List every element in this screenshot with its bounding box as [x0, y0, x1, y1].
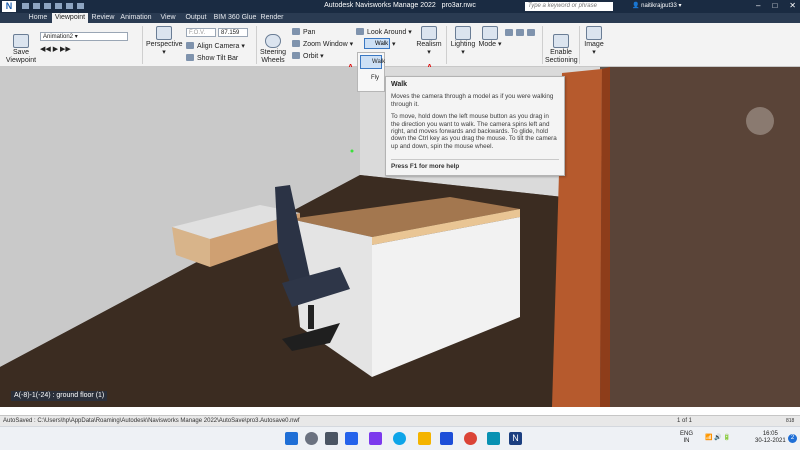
taskbar: N ENG IN 📶 🔊 🔋 16:05 30-12-2021 2 [0, 426, 800, 450]
look-around-button[interactable]: Look Around ▾ [356, 28, 412, 36]
photos-icon[interactable] [487, 432, 500, 445]
tab-viewpoint[interactable]: Viewpoint [52, 13, 88, 23]
section-icon [553, 34, 569, 48]
walk-dropdown[interactable]: ▾ [392, 40, 396, 48]
file-explorer-icon[interactable] [418, 432, 431, 445]
page-indicator: 1 of 1 [677, 418, 693, 424]
edge-icon[interactable] [393, 432, 406, 445]
orbit-button[interactable]: Orbit ▾ [292, 52, 324, 60]
memory-indicator: 818 [786, 418, 795, 424]
steering-wheels-button[interactable]: Steering Wheels [259, 26, 287, 65]
status-bar: AutoSaved : C:\Users\hp\AppData\Roaming\… [0, 415, 800, 426]
person-icon [421, 26, 437, 40]
mode-button[interactable]: Mode ▾ [478, 26, 502, 49]
chrome-icon[interactable] [464, 432, 477, 445]
menu-item-fly[interactable]: Fly [360, 75, 379, 81]
location-label: A(-8)-1(-24) : ground floor (1) [11, 391, 108, 401]
enable-sectioning-button[interactable]: Enable Sectioning [545, 26, 578, 65]
show-tilt-bar-button[interactable]: Show Tilt Bar [186, 54, 238, 62]
walk-fly-menu: Walk Fly [357, 52, 385, 92]
tab-render[interactable]: Render [259, 13, 285, 23]
language-indicator[interactable]: ENG IN [680, 431, 693, 445]
realism-button[interactable]: Realism ▾ [414, 26, 444, 57]
pan-button[interactable]: Pan [292, 28, 315, 36]
tab-view[interactable]: View [157, 13, 179, 23]
cube-icon [482, 26, 498, 40]
autosave-path: AutoSaved : C:\Users\hp\AppData\Roaming\… [3, 418, 300, 424]
widgets-icon[interactable] [345, 432, 358, 445]
perspective-icon [156, 26, 172, 40]
fov-input[interactable]: 87.159 [218, 28, 248, 37]
window-controls: – □ ✕ [744, 1, 796, 10]
store-icon[interactable] [440, 432, 453, 445]
notification-badge[interactable]: 2 [788, 434, 797, 443]
align-icon [186, 42, 194, 49]
image-button[interactable]: Image ▾ [582, 26, 606, 57]
orbit-icon [292, 52, 300, 59]
tooltip-title: Walk [391, 81, 408, 88]
walk-button[interactable]: Walk [364, 38, 390, 49]
search-input[interactable]: Type a keyword or phrase [525, 2, 613, 11]
animation-controls[interactable]: ◀◀ ▶ ▶▶ [40, 45, 71, 53]
user-account[interactable]: 👤 naitikrajput33 ▾ [632, 2, 682, 9]
save-viewpoint-button[interactable]: Save Viewpoint [4, 26, 38, 65]
minimize-button[interactable]: – [756, 1, 760, 10]
tab-output[interactable]: Output [182, 13, 210, 23]
system-tray-icons[interactable]: 📶 🔊 🔋 [705, 435, 731, 442]
eye-icon [356, 28, 364, 35]
fov-label: F.O.V. [186, 28, 216, 37]
tooltip-line1: Moves the camera through a model as if y… [391, 93, 554, 108]
chair-stem [308, 305, 314, 329]
ribbon-panel: Save Viewpoint Animation2 ▾ ◀◀ ▶ ▶▶ Pers… [0, 23, 800, 71]
zoom-window-button[interactable]: Zoom Window ▾ [292, 40, 353, 48]
ribbon-tabs: Home Viewpoint Review Animation View Out… [0, 13, 800, 23]
tooltip-line2: To move, hold down the left mouse button… [391, 113, 557, 150]
maximize-button[interactable]: □ [772, 1, 777, 10]
tab-bim360[interactable]: BIM 360 Glue [213, 13, 257, 23]
hand-icon [292, 28, 300, 35]
tab-animation[interactable]: Animation [118, 13, 154, 23]
flashlight-icon [455, 26, 471, 40]
focus-point [350, 149, 354, 153]
lighting-button[interactable]: Lighting ▾ [449, 26, 477, 57]
title-bar: N Autodesk Navisworks Manage 2022 pro3ar… [0, 0, 800, 13]
close-button[interactable]: ✕ [789, 1, 796, 10]
teams-icon[interactable] [369, 432, 382, 445]
perspective-button[interactable]: Perspective ▾ [146, 26, 183, 57]
navisworks-taskbar-icon[interactable]: N [509, 432, 522, 445]
tilt-icon [186, 54, 194, 61]
render-style-icons[interactable] [505, 29, 538, 37]
menu-item-walk[interactable]: Walk [360, 55, 385, 69]
search-icon[interactable] [305, 432, 318, 445]
animation-select[interactable]: Animation2 ▾ [40, 32, 128, 41]
tab-review[interactable]: Review [90, 13, 116, 23]
windows-start-icon[interactable] [285, 432, 298, 445]
clock[interactable]: 16:05 30-12-2021 [755, 431, 786, 445]
tooltip-help: Press F1 for more help [391, 158, 559, 170]
camera-icon [13, 34, 29, 48]
align-camera-button[interactable]: Align Camera ▾ [186, 42, 245, 50]
viewcube-icon [746, 107, 774, 135]
task-view-icon[interactable] [325, 432, 338, 445]
zoom-icon [292, 40, 300, 47]
image-icon [586, 26, 602, 40]
walk-tooltip: Walk Moves the camera through a model as… [385, 76, 565, 176]
wheel-icon [265, 34, 281, 48]
tab-home[interactable]: Home [26, 13, 50, 23]
